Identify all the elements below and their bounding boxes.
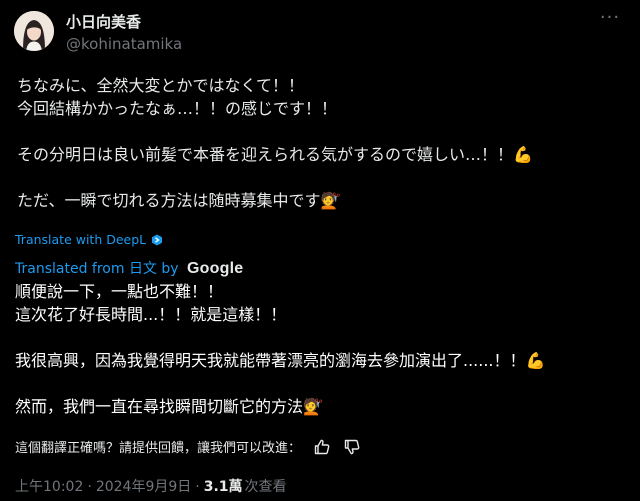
- deepl-link-label: Translate with DeepL: [15, 232, 147, 247]
- more-options-icon[interactable]: ···: [598, 9, 622, 35]
- translated-by: by: [156, 261, 184, 277]
- author-names: 小日向美香 @kohinatamika: [66, 13, 182, 54]
- translated-text: 順便說一下，一點也不難！！ 這次花了好長時間...！！就是這樣！！ 我很高興，因…: [15, 280, 630, 418]
- translated-line-gap: [15, 372, 630, 395]
- tweet-text: ちなみに、全然大変とかではなくて！！ 今回結構かかったなぁ…！！の感じです！！ …: [17, 74, 627, 212]
- translated-line: 這次花了好長時間...！！就是這樣！！: [15, 305, 287, 324]
- translated-line: 順便說一下，一點也不難！！: [15, 282, 224, 301]
- tweet-line: ただ、一瞬で切れる方法は随時募集中です💇: [17, 191, 341, 210]
- avatar-image: [14, 11, 54, 51]
- meta-separator: ·: [87, 479, 92, 495]
- tweet-date[interactable]: 2024年9月9日: [96, 479, 191, 495]
- translated-from-row: Translated from 日文 by Google: [15, 258, 243, 278]
- feedback-prompt: 這個翻譯正確嗎？請提供回饋，讓我們可以改進：: [15, 441, 302, 456]
- avatar[interactable]: [14, 11, 54, 51]
- tweet: 小日向美香 @kohinatamika ··· ちなみに、全然大変とかではなくて…: [0, 0, 640, 501]
- tweet-time[interactable]: 上午10:02: [15, 479, 83, 495]
- meta-separator: ·: [195, 479, 200, 495]
- display-name[interactable]: 小日向美香: [66, 13, 182, 32]
- view-count[interactable]: 3.1萬: [204, 479, 243, 495]
- tweet-meta: 上午10:02 · 2024年9月9日 · 3.1萬 次查看: [15, 476, 287, 496]
- translate-with-deepl-link[interactable]: Translate with DeepL: [15, 232, 163, 247]
- google-logo: Google: [187, 260, 244, 277]
- tweet-line-gap: [17, 120, 627, 143]
- translated-line: 然而，我們一直在尋找瞬間切斷它的方法💇: [15, 397, 323, 416]
- translated-line-gap: [15, 326, 630, 349]
- tweet-header: 小日向美香 @kohinatamika ···: [14, 9, 626, 55]
- translated-line: 我很高興，因為我覺得明天我就能帶著漂亮的瀏海去參加演出了......！！💪: [15, 351, 546, 370]
- view-count-label: 次查看: [244, 479, 287, 495]
- thumbs-down-icon[interactable]: [343, 438, 361, 456]
- source-language[interactable]: 日文: [129, 261, 157, 277]
- tweet-line-gap: [17, 166, 627, 189]
- tweet-line: 今回結構かかったなぁ…！！の感じです！！: [17, 99, 338, 118]
- tweet-line: その分明日は良い前髪で本番を迎えられる気がするので嬉しい…！！💪: [17, 145, 533, 164]
- deepl-icon: [152, 234, 163, 246]
- thumbs-up-icon[interactable]: [313, 438, 331, 456]
- translated-from-prefix: Translated from: [15, 261, 129, 277]
- translation-feedback: 這個翻譯正確嗎？請提供回饋，讓我們可以改進：: [15, 437, 361, 456]
- user-handle[interactable]: @kohinatamika: [66, 34, 182, 54]
- tweet-line: ちなみに、全然大変とかではなくて！！: [17, 76, 305, 95]
